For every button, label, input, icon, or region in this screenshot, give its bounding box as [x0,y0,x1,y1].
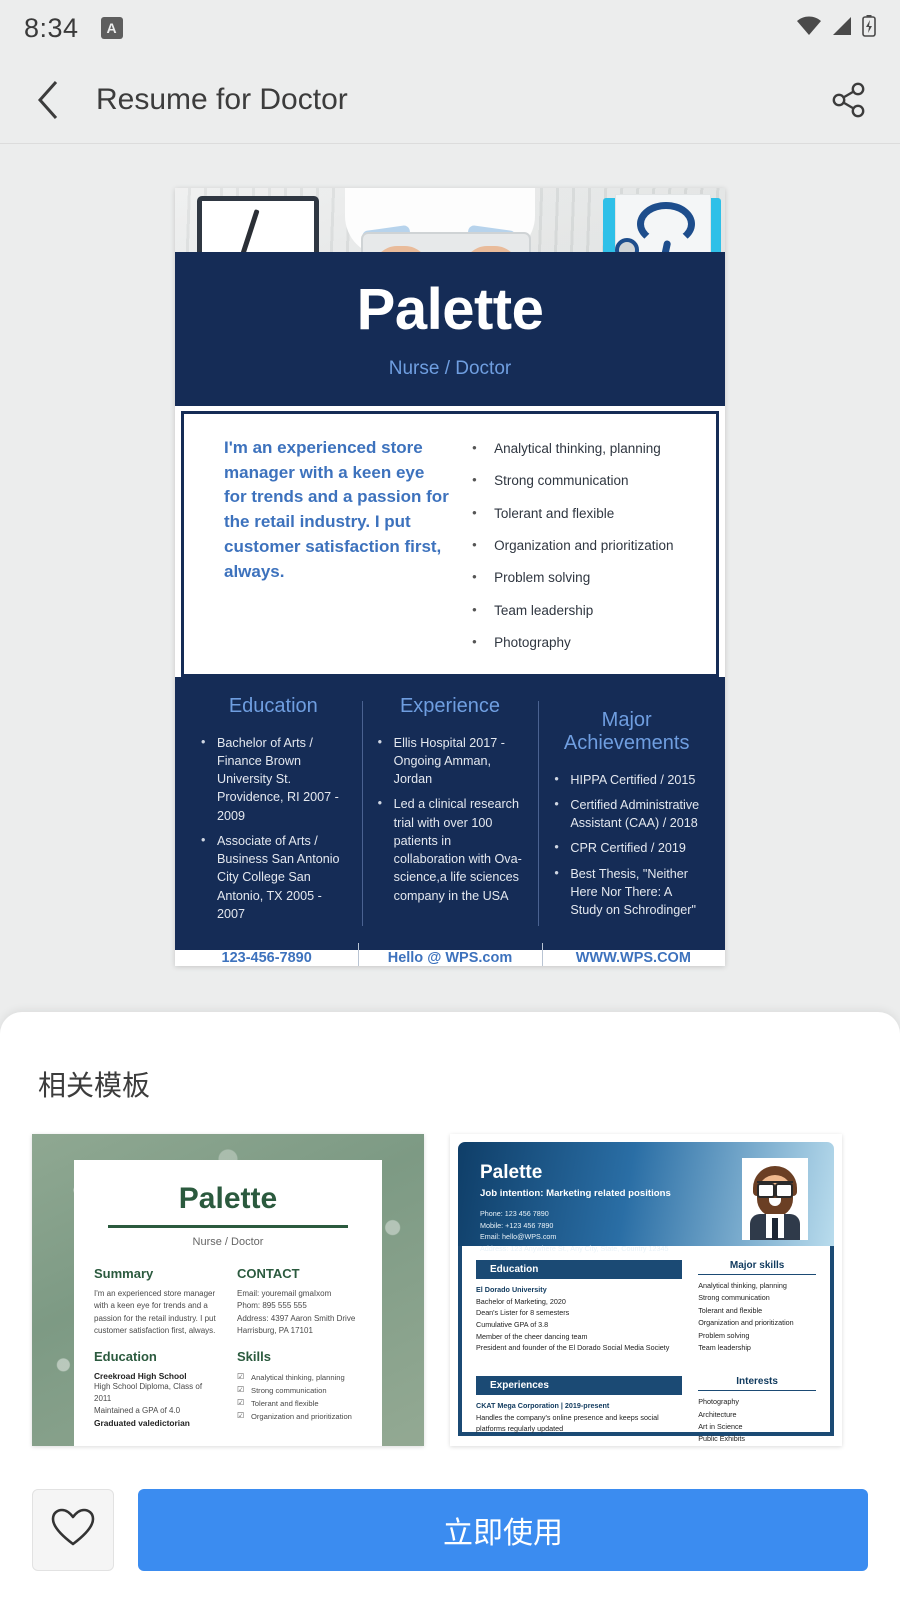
template2-interests-lines: Photography Architecture Art in Science … [698,1397,745,1444]
template1-subtitle: Nurse / Doctor [192,1236,264,1248]
list-item: Photography [460,626,704,659]
list-item: HIPPA Certified / 2015 [552,769,701,789]
list-item: Ellis Hospital 2017 - Ongoing Amman, Jor… [376,733,525,789]
list-item: Organization and prioritization [460,529,704,562]
template1-education-school: Creekroad High School [94,1370,187,1381]
related-templates-list: Palette Nurse / Doctor Summary I'm an ex… [0,1104,900,1446]
list-item: Tolerant and flexible [237,1396,362,1410]
list-item: Organization and prioritization [237,1409,362,1423]
status-bar: 8:34 A [0,0,900,56]
share-button[interactable] [824,75,874,125]
summary-text: I'm an experienced store manager with a … [224,437,449,581]
template1-contact-heading: CONTACT [237,1266,300,1281]
list-item: Strong communication [460,464,704,497]
wifi-icon [796,16,822,41]
list-item: Associate of Arts / Business San Antonio… [199,831,348,923]
back-button[interactable] [26,78,70,122]
template1-education-bold: Graduated valedictorian [94,1417,190,1428]
column-heading: Major Achievements [563,708,690,754]
template1-divider [108,1225,348,1228]
list-item: Problem solving [460,561,704,594]
template2-interests-heading: Interests [698,1376,816,1392]
column-major-achievements: Major Achievements HIPPA Certified / 201… [538,695,715,931]
template1-education-lines: High School Diploma, Class of 2011 Maint… [94,1381,203,1416]
template2-skills-lines: Analytical thinking, planning Strong com… [698,1281,794,1352]
template1-education-heading: Education [94,1348,157,1364]
related-template-card-2[interactable]: Palette Job intention: Marketing related… [450,1134,842,1446]
heart-outline-icon [51,1508,95,1553]
contact-email: Hello @ WPS.com [358,943,541,966]
column-heading: Education [228,694,318,717]
app-bar: Resume for Doctor [0,56,900,144]
notification-badge-icon: A [100,17,123,39]
template2-education-lines: Bachelor of Marketing, 2020 Dean's Liste… [476,1296,670,1353]
use-now-button[interactable]: 立即使用 [138,1489,868,1571]
template1-contact-lines: Email: youremail gmaIxom Phom: 895 555 5… [237,1289,356,1336]
list-item: Led a clinical research trial with over … [376,794,525,905]
use-now-label: 立即使用 [443,1517,563,1550]
list-item: Bachelor of Arts / Finance Brown Univers… [199,732,348,825]
list-item: Tolerant and flexible [460,497,704,530]
cellular-signal-icon [831,16,853,41]
list-item: Strong communication [237,1383,362,1397]
skills-list: Analytical thinking, planning Strong com… [460,430,704,660]
template2-skills-heading: Major skills [698,1260,816,1275]
bottom-action-bar: 立即使用 [0,1460,900,1600]
template2-avatar [742,1158,808,1240]
template2-education-heading: Education [476,1260,683,1279]
template1-summary-heading: Summary [94,1266,154,1281]
resume-subtitle: Nurse / Doctor [388,357,512,379]
column-experience: Experience Ellis Hospital 2017 - Ongoing… [361,694,539,931]
contact-website: WWW.WPS.COM [541,943,725,966]
resume-name-banner: Palette Nurse / Doctor [175,251,725,406]
summary-block: I'm an experienced store manager with a … [196,430,460,660]
list-item: Analytical thinking, planning [460,432,704,465]
list-item: Certified Administrative Assistant (CAA)… [552,795,701,833]
list-item: Best Thesis, "Neither Here Nor There: A … [552,864,701,920]
column-education: Education Bachelor of Arts / Finance Bro… [185,695,362,931]
related-template-card-1[interactable]: Palette Nurse / Doctor Summary I'm an ex… [32,1134,424,1446]
list-item: Analytical thinking, planning [237,1370,362,1384]
template1-skills-list: Analytical thinking, planning Strong com… [237,1370,362,1424]
page-title: Resume for Doctor [96,82,348,116]
template2-experiences-company: CKAT Mega Corporation | 2019-present [476,1400,610,1410]
resume-preview-card[interactable]: Palette Nurse / Doctor I'm an experience… [175,188,725,966]
template2-education-school: El Dorado University [476,1285,547,1294]
related-templates-heading: 相关模板 [38,1070,151,1101]
template1-summary-text: I'm an experienced store manager with a … [94,1289,216,1336]
contact-phone: 123-456-7890 [221,950,312,966]
template2-header: Palette Job intention: Marketing related… [458,1142,834,1253]
resume-name: Palette [356,276,544,342]
list-item: Team leadership [460,594,704,627]
resume-contact-bar: 123-456-7890 Hello @ WPS.com WWW.WPS.COM [175,943,725,966]
status-time: 8:34 [24,12,79,43]
template-preview-area: Palette Nurse / Doctor I'm an experience… [0,144,900,996]
list-item: CPR Certified / 2019 [552,838,701,857]
favorite-button[interactable] [32,1489,114,1571]
template2-experiences-lines: Handles the company's online presence an… [476,1412,659,1434]
battery-charging-icon [862,14,876,42]
column-heading: Experience [399,694,501,717]
template2-experiences-heading: Experiences [476,1375,683,1395]
template1-skills-heading: Skills [237,1348,271,1364]
template1-name: Palette [178,1182,278,1215]
summary-skills-box: I'm an experienced store manager with a … [181,410,719,677]
resume-hero-photo [175,188,725,252]
resume-columns: Education Bachelor of Arts / Finance Bro… [175,676,725,950]
